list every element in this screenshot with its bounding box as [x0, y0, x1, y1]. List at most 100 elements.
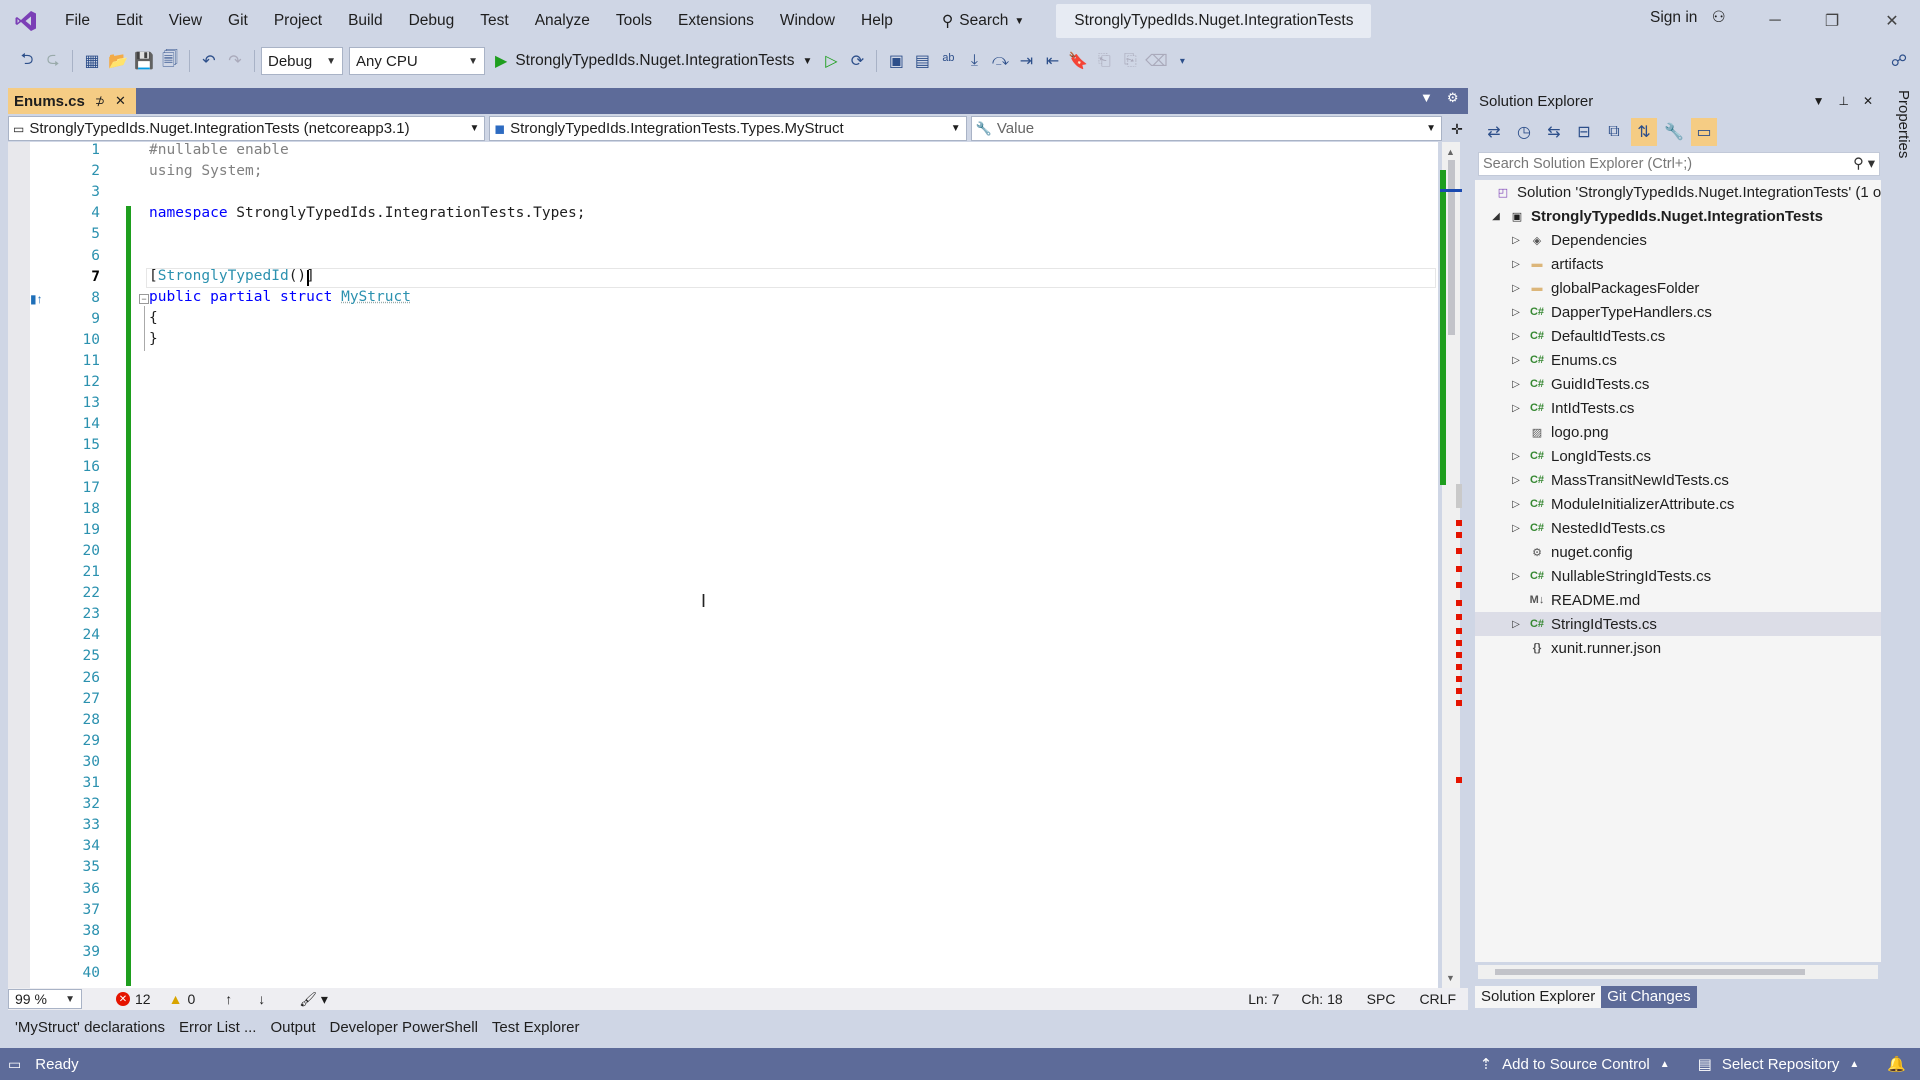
- collapse-icon[interactable]: −: [139, 294, 149, 304]
- forward-icon[interactable]: ⮎: [40, 47, 66, 75]
- expand-arrow-icon[interactable]: ▷: [1509, 571, 1523, 582]
- expand-arrow-icon[interactable]: ▷: [1509, 355, 1523, 366]
- tab-enums-cs[interactable]: Enums.cs ⊅ ✕: [8, 88, 136, 114]
- menu-edit[interactable]: Edit: [103, 0, 156, 42]
- menu-tools[interactable]: Tools: [603, 0, 665, 42]
- expand-arrow-icon[interactable]: ▷: [1509, 259, 1523, 270]
- error-marker[interactable]: [1456, 640, 1462, 646]
- tab-solution-explorer[interactable]: Solution Explorer: [1475, 986, 1602, 1008]
- scroll-thumb[interactable]: [1448, 160, 1455, 335]
- tree-item[interactable]: ▷ C# GuidIdTests.cs: [1509, 372, 1649, 396]
- errors-indicator[interactable]: ✕ 12: [116, 991, 151, 1007]
- member-dropdown[interactable]: 🔧 Value ▼: [970, 116, 1443, 141]
- save-icon[interactable]: 💾: [131, 47, 157, 75]
- collapse-all-icon[interactable]: ⊟: [1571, 118, 1597, 146]
- expanded-icon[interactable]: ◢: [1489, 211, 1503, 222]
- preview-selected-icon[interactable]: ▭: [1691, 118, 1717, 146]
- tree-item[interactable]: {} xunit.runner.json: [1509, 636, 1661, 660]
- search-button[interactable]: ⚲ Search ▼: [932, 6, 1034, 36]
- error-marker[interactable]: [1456, 532, 1462, 538]
- expand-arrow-icon[interactable]: ▷: [1509, 475, 1523, 486]
- warnings-indicator[interactable]: ▲ 0: [169, 991, 196, 1007]
- error-marker[interactable]: [1456, 652, 1462, 658]
- expand-arrow-icon[interactable]: ▷: [1509, 499, 1523, 510]
- configuration-select[interactable]: Debug ▼: [261, 47, 343, 75]
- expand-arrow-icon[interactable]: ▷: [1509, 307, 1523, 318]
- pin-icon[interactable]: ⊅: [95, 94, 105, 108]
- whitespace-indicator[interactable]: SPC: [1367, 991, 1396, 1007]
- scroll-up-icon[interactable]: ▲: [1446, 147, 1455, 157]
- tree-item[interactable]: M↓ README.md: [1509, 588, 1641, 612]
- pending-changes-filter-icon[interactable]: ⇅: [1631, 118, 1657, 146]
- properties-side-tab[interactable]: Properties: [1882, 84, 1920, 1004]
- back-icon[interactable]: ⮌: [14, 47, 40, 75]
- close-window-button[interactable]: ✕: [1872, 6, 1912, 36]
- tab-error-list[interactable]: Error List ...: [172, 1019, 264, 1036]
- menu-view[interactable]: View: [156, 0, 215, 42]
- project-dropdown[interactable]: ▭ StronglyTypedIds.Nuget.IntegrationTest…: [8, 116, 486, 141]
- pin-icon[interactable]: ⊥: [1838, 94, 1848, 108]
- switch-views-icon[interactable]: ⇄: [1481, 118, 1507, 146]
- expand-arrow-icon[interactable]: ▷: [1509, 331, 1523, 342]
- indent-icon[interactable]: ⇥: [1013, 47, 1039, 75]
- spell-check-icon[interactable]: ᵃᵇ: [935, 47, 961, 75]
- expand-arrow-icon[interactable]: ▷: [1509, 619, 1523, 630]
- error-marker[interactable]: [1456, 566, 1462, 572]
- menu-debug[interactable]: Debug: [396, 0, 468, 42]
- previous-issue-icon[interactable]: ↑: [225, 991, 232, 1007]
- error-marker[interactable]: [1456, 582, 1462, 588]
- error-marker[interactable]: [1456, 600, 1462, 606]
- new-project-icon[interactable]: ▦: [79, 47, 105, 75]
- tree-item[interactable]: ▷ C# NestedIdTests.cs: [1509, 516, 1665, 540]
- split-window-icon[interactable]: ✛: [1446, 116, 1468, 142]
- close-panel-icon[interactable]: ✕: [1863, 94, 1873, 108]
- expand-arrow-icon[interactable]: ▷: [1509, 283, 1523, 294]
- tab-list-dropdown-icon[interactable]: ▼: [1420, 90, 1433, 106]
- menu-extensions[interactable]: Extensions: [665, 0, 767, 42]
- tree-item[interactable]: ▷ C# DapperTypeHandlers.cs: [1509, 300, 1712, 324]
- undo-icon[interactable]: ↶: [196, 47, 222, 75]
- error-marker[interactable]: [1456, 520, 1462, 526]
- expand-arrow-icon[interactable]: ▷: [1509, 235, 1523, 246]
- zoom-select[interactable]: 99 % ▼: [8, 989, 82, 1009]
- tab-git-changes[interactable]: Git Changes: [1601, 986, 1697, 1008]
- code-cleanup-icon[interactable]: 🖌 ▾: [299, 991, 328, 1008]
- open-folder-icon[interactable]: 📂: [105, 47, 131, 75]
- tree-item[interactable]: ▷ C# LongIdTests.cs: [1509, 444, 1651, 468]
- platform-select[interactable]: Any CPU ▼: [349, 47, 485, 75]
- menu-file[interactable]: File: [52, 0, 103, 42]
- sync-icon[interactable]: ⇆: [1541, 118, 1567, 146]
- menu-help[interactable]: Help: [848, 0, 906, 42]
- tree-item[interactable]: ▷ C# IntIdTests.cs: [1509, 396, 1634, 420]
- line-ending-indicator[interactable]: CRLF: [1419, 991, 1456, 1007]
- menu-analyze[interactable]: Analyze: [522, 0, 603, 42]
- start-without-debugging-icon[interactable]: ▷: [818, 47, 844, 75]
- hot-reload-icon[interactable]: ⟳: [844, 47, 870, 75]
- notifications-bell-icon[interactable]: 🔔: [1887, 1055, 1906, 1073]
- select-repository-button[interactable]: ▤ Select Repository ▲: [1698, 1055, 1860, 1074]
- properties-wrench-icon[interactable]: 🔧: [1661, 118, 1687, 146]
- tree-item[interactable]: ⚙ nuget.config: [1509, 540, 1633, 564]
- clear-bookmarks-icon[interactable]: ⌫: [1143, 47, 1169, 75]
- expand-arrow-icon[interactable]: ▷: [1509, 523, 1523, 534]
- menu-test[interactable]: Test: [467, 0, 521, 42]
- error-marker[interactable]: [1456, 700, 1462, 706]
- browser-link-icon[interactable]: ▣: [883, 47, 909, 75]
- redo-icon[interactable]: ↷: [222, 47, 248, 75]
- bookmark-icon[interactable]: 🔖: [1065, 47, 1091, 75]
- tab-mystruct-declarations[interactable]: 'MyStruct' declarations: [8, 1019, 172, 1036]
- next-issue-icon[interactable]: ↓: [258, 991, 265, 1007]
- close-tab-icon[interactable]: ✕: [115, 93, 126, 109]
- expand-arrow-icon[interactable]: ▷: [1509, 451, 1523, 462]
- panel-dropdown-icon[interactable]: ▼: [1813, 94, 1825, 108]
- gear-icon[interactable]: ⚙: [1447, 90, 1459, 106]
- project-node[interactable]: ◢ ▣ StronglyTypedIds.Nuget.IntegrationTe…: [1489, 204, 1823, 228]
- show-all-files-icon[interactable]: ⧉: [1601, 118, 1627, 146]
- menu-build[interactable]: Build: [335, 0, 395, 42]
- feedback-icon[interactable]: ☍: [1886, 47, 1912, 75]
- solution-search-input[interactable]: Search Solution Explorer (Ctrl+;) ⚲ ▾: [1478, 152, 1880, 176]
- history-icon[interactable]: ◷: [1511, 118, 1537, 146]
- tree-item[interactable]: ▷ C# ModuleInitializerAttribute.cs: [1509, 492, 1734, 516]
- save-all-icon[interactable]: 🗐: [157, 47, 183, 75]
- start-debugging-button[interactable]: ▶ StronglyTypedIds.Nuget.IntegrationTest…: [495, 51, 812, 71]
